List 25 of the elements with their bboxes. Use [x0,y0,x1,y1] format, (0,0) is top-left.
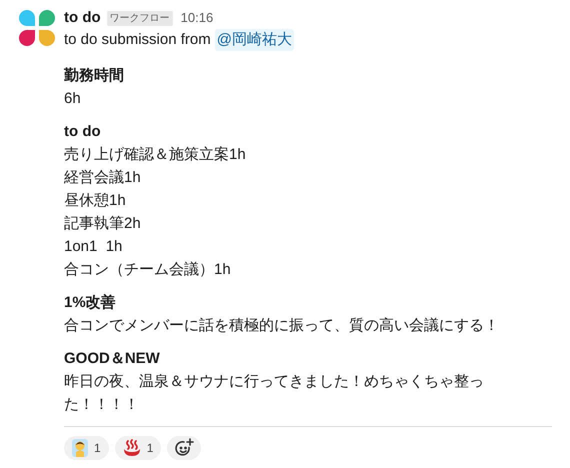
section-text: 売り上げ確認＆施策立案1h [64,145,247,165]
hot-springs-icon [122,439,141,457]
section-text: 記事執筆2h [64,214,142,234]
section-heading: 1%改善 [64,292,117,313]
section-text: 経営会議1h [64,168,142,188]
section-heading: 勤務時間 [64,66,125,86]
section-text: 合コン（チーム会議）1h [64,260,232,280]
section-heading: GOOD＆NEW [64,349,161,369]
intro-text: to do submission from [64,30,211,50]
section-text: 昨日の夜、温泉＆サウナに行ってきました！めちゃくちゃ整った！！！！ [64,372,485,415]
section-text: 6h [64,89,82,109]
workflow-tag: ワークフロー [106,10,173,26]
sender-name[interactable]: to do [64,6,101,30]
app-logo-icon [18,9,56,47]
message-time[interactable]: 10:16 [180,8,214,28]
add-reaction-button[interactable] [167,436,202,460]
section-text: 1on1 1h [64,237,124,257]
reaction-pill[interactable]: 1 [114,436,162,460]
reaction-pill[interactable]: 1 [64,436,109,460]
person-steam-icon [72,439,88,457]
user-mention[interactable]: @岡崎祐大 [214,28,294,52]
add-reaction-icon [174,438,194,458]
section-heading: to do [64,122,102,142]
section-text: 昼休憩1h [64,191,127,211]
section-text: 合コンでメンバーに話を積極的に振って、質の高い会議にする！ [64,316,500,336]
